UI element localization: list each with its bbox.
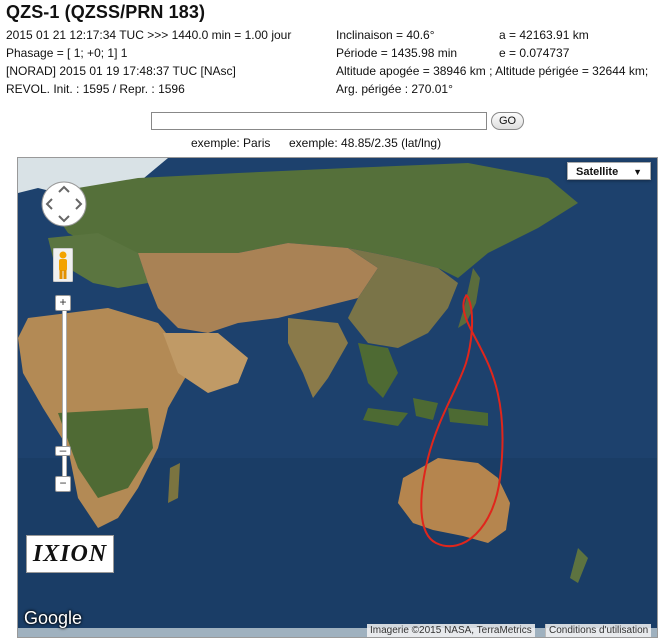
inclination-line: Inclinaison = 40.6° — [336, 28, 435, 42]
imagery-attribution: Imagerie ©2015 NASA, TerraMetrics — [367, 624, 535, 637]
ixion-logo[interactable]: IXION — [26, 535, 114, 573]
satellite-imagery — [18, 158, 657, 637]
zoom-slider-handle[interactable]: – — [55, 444, 71, 456]
altitude-line: Altitude apogée = 38946 km ; Altitude pé… — [336, 64, 649, 78]
norad-line: [NORAD] 2015 01 19 17:48:37 TUC [NAsc] — [6, 64, 236, 78]
period-line: Période = 1435.98 min — [336, 46, 458, 60]
page-title: QZS-1 (QZSS/PRN 183) — [6, 2, 206, 22]
map-type-label: Satellite — [576, 166, 619, 178]
zoom-in-icon[interactable]: + — [55, 295, 71, 311]
zoom-out-icon[interactable]: − — [55, 476, 71, 492]
pegman-icon[interactable] — [53, 248, 73, 282]
info-column-right: a = 42163.91 km e = 0.074737 — [499, 26, 589, 62]
epoch-line: 2015 01 21 12:17:34 TUC >>> 1440.0 min =… — [6, 28, 292, 42]
hint-city: exemple: Paris — [191, 136, 271, 150]
eccentricity-line: e = 0.074737 — [499, 46, 570, 60]
phasage-line: Phasage = [ 1; +0; 1] 1 — [6, 46, 128, 60]
hint-coords: exemple: 48.85/2.35 (lat/lng) — [289, 136, 442, 150]
map-view[interactable]: Satellite ▼ + – − IXION Google Imagerie … — [17, 157, 658, 638]
semi-major-axis-line: a = 42163.91 km — [499, 28, 589, 42]
go-button[interactable]: GO — [491, 112, 524, 130]
zoom-slider-track[interactable] — [62, 302, 67, 488]
terms-link[interactable]: Conditions d'utilisation — [545, 624, 652, 637]
search-input[interactable] — [151, 112, 487, 130]
dropdown-caret-icon: ▼ — [633, 167, 642, 177]
map-type-select[interactable]: Satellite ▼ — [567, 162, 651, 180]
perigee-arg-line: Arg. périgée : 270.01° — [336, 82, 453, 96]
google-logo[interactable]: Google — [24, 608, 82, 629]
info-column-middle: Inclinaison = 40.6° Période = 1435.98 mi… — [336, 26, 648, 98]
info-column-left: 2015 01 21 12:17:34 TUC >>> 1440.0 min =… — [6, 26, 291, 98]
revol-line: REVOL. Init. : 1595 / Repr. : 1596 — [6, 82, 185, 96]
pan-control-icon[interactable] — [40, 180, 88, 228]
